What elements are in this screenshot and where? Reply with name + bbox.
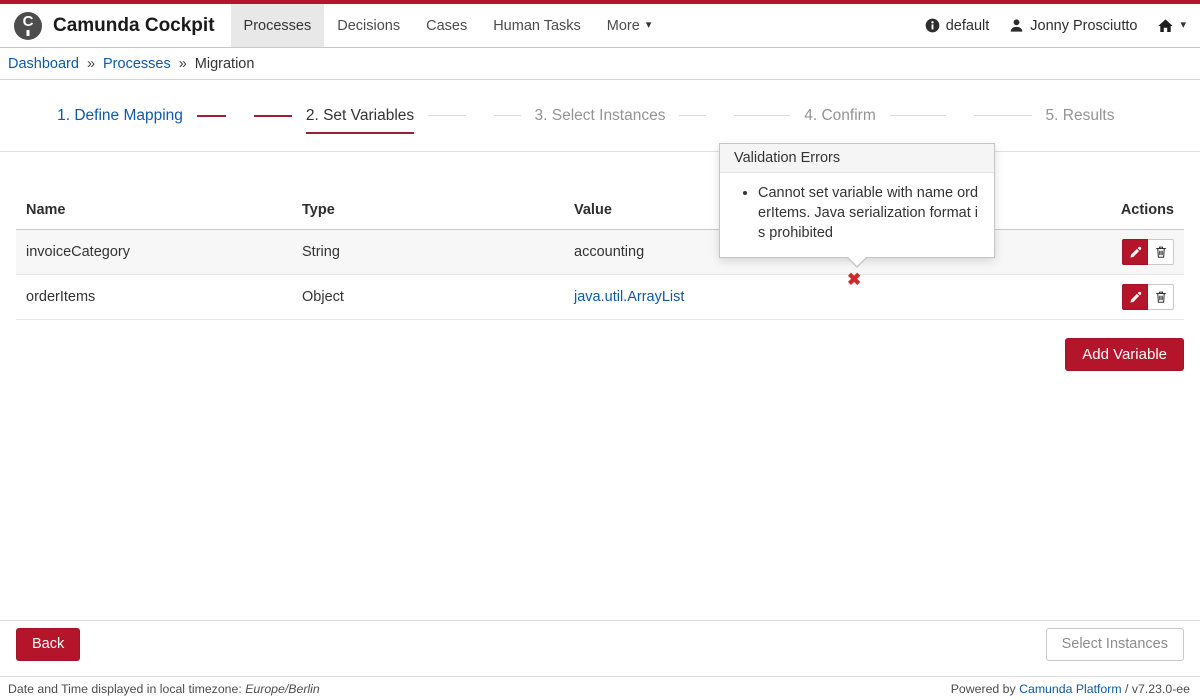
variable-name-cell: orderItems bbox=[16, 275, 292, 320]
validation-error-message: Cannot set variable with name orderItems… bbox=[758, 183, 980, 243]
table-header-row: Name Type Value Actions bbox=[16, 192, 1184, 230]
camunda-cockpit-page: C Camunda Cockpit Processes Decisions Ca… bbox=[0, 0, 1200, 700]
add-variable-button[interactable]: Add Variable bbox=[1065, 338, 1184, 371]
trash-icon bbox=[1154, 245, 1168, 259]
validation-error-icon[interactable]: ✖ bbox=[847, 271, 861, 288]
wizard-connector bbox=[428, 115, 466, 116]
nav-item-processes[interactable]: Processes bbox=[231, 4, 325, 47]
edit-variable-button[interactable] bbox=[1122, 239, 1148, 265]
set-variables-content: Name Type Value Actions invoiceCategory … bbox=[0, 192, 1200, 371]
select-instances-button[interactable]: Select Instances bbox=[1046, 628, 1184, 661]
timezone-value: Europe/Berlin bbox=[245, 682, 320, 696]
variable-value-link[interactable]: java.util.ArrayList bbox=[574, 289, 684, 305]
wizard-step-confirm: 4. Confirm bbox=[720, 106, 960, 125]
breadcrumb: Dashboard » Processes » Migration bbox=[0, 48, 1200, 80]
home-icon bbox=[1157, 18, 1174, 34]
variable-type-cell: Object bbox=[292, 275, 564, 320]
column-header-name: Name bbox=[16, 192, 292, 230]
version-label: / v7.23.0-ee bbox=[1125, 682, 1190, 696]
pencil-icon bbox=[1129, 291, 1142, 304]
wizard-connector bbox=[197, 115, 226, 117]
wizard-step-label[interactable]: 2. Set Variables bbox=[306, 106, 414, 125]
engine-info-icon bbox=[925, 18, 940, 33]
delete-variable-button[interactable] bbox=[1148, 284, 1174, 310]
user-name: Jonny Prosciutto bbox=[1030, 18, 1137, 34]
edit-variable-button[interactable] bbox=[1122, 284, 1148, 310]
app-title: Camunda Cockpit bbox=[53, 15, 215, 37]
main-nav: Processes Decisions Cases Human Tasks Mo… bbox=[231, 4, 665, 47]
table-row: orderItems Object java.util.ArrayList bbox=[16, 275, 1184, 320]
status-bar: Date and Time displayed in local timezon… bbox=[0, 676, 1200, 700]
wizard-step-results: 5. Results bbox=[960, 106, 1200, 125]
powered-by: Powered by Camunda Platform / v7.23.0-ee bbox=[951, 682, 1190, 696]
timezone-info: Date and Time displayed in local timezon… bbox=[8, 682, 320, 696]
engine-select[interactable]: default bbox=[925, 18, 990, 34]
wizard-step-set-variables: 2. Set Variables bbox=[240, 106, 480, 125]
wizard-connector bbox=[679, 115, 706, 116]
variable-type-cell: String bbox=[292, 230, 564, 275]
delete-variable-button[interactable] bbox=[1148, 239, 1174, 265]
wizard-action-bar: Back Select Instances bbox=[0, 620, 1200, 676]
engine-label: default bbox=[946, 18, 990, 34]
breadcrumb-separator: » bbox=[87, 56, 95, 72]
wizard-connector bbox=[254, 115, 292, 117]
nav-item-decisions[interactable]: Decisions bbox=[324, 4, 413, 47]
camunda-logo-icon: C bbox=[14, 12, 42, 40]
trash-icon bbox=[1154, 290, 1168, 304]
wizard-step-label[interactable]: 1. Define Mapping bbox=[57, 106, 183, 125]
back-button[interactable]: Back bbox=[16, 628, 80, 661]
wizard-connector bbox=[734, 115, 790, 116]
nav-item-more[interactable]: More ▾ bbox=[594, 4, 665, 47]
wizard-step-select-instances: 3. Select Instances bbox=[480, 106, 720, 125]
camunda-platform-link[interactable]: Camunda Platform bbox=[1019, 682, 1122, 696]
variable-value-cell: java.util.ArrayList bbox=[564, 275, 1044, 320]
validation-errors-popover: Validation Errors Cannot set variable wi… bbox=[719, 143, 995, 258]
popover-title: Validation Errors bbox=[720, 144, 994, 173]
navbar: C Camunda Cockpit Processes Decisions Ca… bbox=[0, 4, 1200, 48]
column-header-type: Type bbox=[292, 192, 564, 230]
chevron-down-icon: ▾ bbox=[646, 20, 652, 31]
wizard-step-label: 3. Select Instances bbox=[535, 106, 666, 125]
wizard-connector bbox=[974, 115, 1032, 116]
breadcrumb-processes[interactable]: Processes bbox=[103, 56, 171, 72]
breadcrumb-dashboard[interactable]: Dashboard bbox=[8, 56, 79, 72]
wizard-step-define-mapping: 1. Define Mapping bbox=[0, 106, 240, 125]
wizard-connector bbox=[890, 115, 946, 116]
wizard-step-label: 5. Results bbox=[1046, 106, 1115, 125]
variable-name-cell: invoiceCategory bbox=[16, 230, 292, 275]
navbar-right: default Jonny Prosciutto ▾ bbox=[925, 4, 1200, 47]
variables-table: Name Type Value Actions invoiceCategory … bbox=[16, 192, 1184, 320]
brand-home-link[interactable]: C Camunda Cockpit bbox=[14, 4, 231, 47]
breadcrumb-separator: » bbox=[179, 56, 187, 72]
user-icon bbox=[1009, 18, 1024, 33]
apps-menu[interactable]: ▾ bbox=[1157, 18, 1186, 34]
wizard-step-label: 4. Confirm bbox=[804, 106, 876, 125]
user-menu[interactable]: Jonny Prosciutto bbox=[1009, 18, 1137, 34]
nav-item-human-tasks[interactable]: Human Tasks bbox=[480, 4, 594, 47]
chevron-down-icon: ▾ bbox=[1180, 20, 1186, 31]
migration-wizard-steps: 1. Define Mapping 2. Set Variables 3. Se… bbox=[0, 80, 1200, 152]
breadcrumb-migration: Migration bbox=[195, 56, 255, 72]
nav-item-cases[interactable]: Cases bbox=[413, 4, 480, 47]
column-header-actions: Actions bbox=[1044, 192, 1184, 230]
pencil-icon bbox=[1129, 246, 1142, 259]
wizard-connector bbox=[494, 115, 521, 116]
table-row: invoiceCategory String accounting bbox=[16, 230, 1184, 275]
